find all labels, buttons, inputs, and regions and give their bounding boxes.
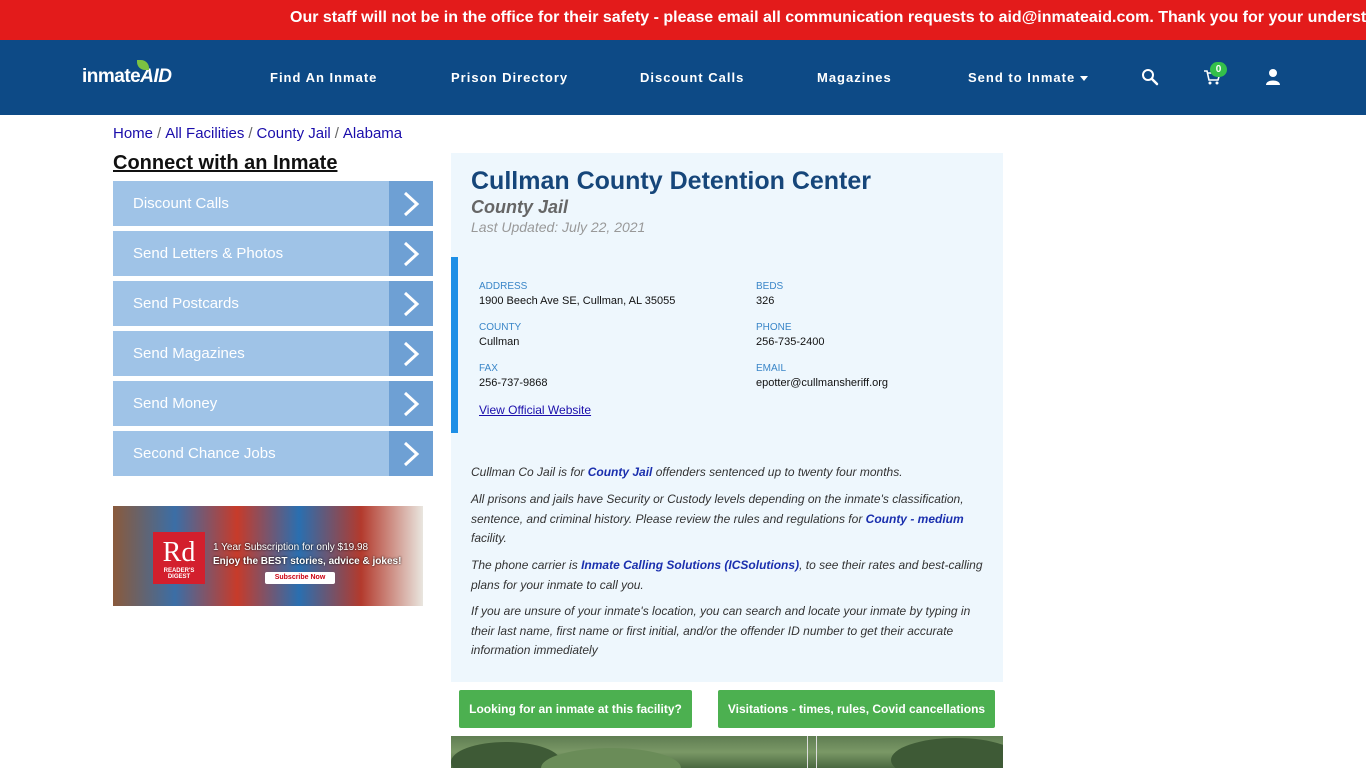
facility-type: County Jail — [471, 197, 569, 217]
county-label: COUNTY — [479, 322, 522, 333]
nav-magazines[interactable]: Magazines — [817, 70, 892, 85]
official-website-link[interactable]: View Official Website — [479, 403, 591, 417]
info-accent-bar — [451, 257, 458, 433]
chevron-right-icon — [403, 291, 420, 317]
chevron-right-icon — [403, 191, 420, 217]
sidebar-title: Connect with an Inmate — [113, 152, 338, 174]
county-value: Cullman — [479, 336, 520, 348]
sidebar-item-label: Discount Calls — [133, 195, 229, 212]
description-paragraph-2: All prisons and jails have Security or C… — [471, 492, 964, 545]
chevron-right-icon — [403, 441, 420, 467]
phone-value: 256-735-2400 — [756, 336, 825, 348]
alert-text: Our staff will not be in the office for … — [290, 9, 1366, 26]
readers-digest-ad[interactable]: Rd READER'S DIGEST 1 Year Subscription f… — [113, 506, 423, 606]
breadcrumb-county-jail[interactable]: County Jail — [257, 125, 331, 142]
description-paragraph-3: The phone carrier is Inmate Calling Solu… — [471, 558, 983, 592]
cart-count-badge: 0 — [1210, 62, 1227, 77]
phone-carrier-link[interactable]: Inmate Calling Solutions (ICSolutions) — [581, 558, 799, 572]
sidebar-item-label: Second Chance Jobs — [133, 445, 276, 462]
breadcrumb-alabama[interactable]: Alabama — [343, 125, 402, 142]
logo-text-main: inmate — [82, 66, 141, 87]
sidebar-item-send-magazines[interactable]: Send Magazines — [113, 331, 433, 376]
find-inmate-at-facility-button[interactable]: Looking for an inmate at this facility? — [459, 690, 692, 728]
last-updated: Last Updated: July 22, 2021 — [471, 219, 646, 235]
visitations-button[interactable]: Visitations - times, rules, Covid cancel… — [718, 690, 995, 728]
chevron-right-icon — [403, 341, 420, 367]
breadcrumb-home[interactable]: Home — [113, 125, 153, 142]
site-logo[interactable]: inmateAID — [82, 60, 172, 88]
ad-offer-text: 1 Year Subscription for only $19.98 — [213, 542, 369, 553]
nav-discount-calls[interactable]: Discount Calls — [640, 70, 744, 85]
email-label: EMAIL — [756, 363, 787, 374]
email-value: epotter@cullmansheriff.org — [756, 377, 889, 389]
county-medium-link[interactable]: County - medium — [866, 512, 964, 526]
description-paragraph-1: Cullman Co Jail is for County Jail offen… — [471, 465, 903, 479]
breadcrumb-all-facilities[interactable]: All Facilities — [165, 125, 244, 142]
sidebar-item-second-chance-jobs[interactable]: Second Chance Jobs — [113, 431, 433, 476]
nav-send-to-inmate[interactable]: Send to Inmate — [968, 70, 1089, 85]
beds-value: 326 — [756, 295, 775, 307]
ad-subscribe-button[interactable]: Subscribe Now — [265, 572, 335, 584]
alert-banner: Our staff will not be in the office for … — [0, 0, 1366, 40]
sidebar-item-send-money[interactable]: Send Money — [113, 381, 433, 426]
user-icon[interactable] — [1264, 68, 1282, 86]
facility-photo — [451, 736, 1003, 768]
facility-panel: Cullman County Detention Center County J… — [451, 153, 1003, 682]
beds-label: BEDS — [756, 281, 784, 292]
facility-title: Cullman County Detention Center — [471, 167, 872, 195]
sidebar-item-send-postcards[interactable]: Send Postcards — [113, 281, 433, 326]
address-label: ADDRESS — [479, 281, 528, 292]
facility-info-box: ADDRESS 1900 Beech Ave SE, Cullman, AL 3… — [451, 257, 1003, 433]
county-jail-link[interactable]: County Jail — [588, 465, 653, 479]
description-paragraph-4: If you are unsure of your inmate's locat… — [471, 604, 971, 657]
nav-find-inmate[interactable]: Find An Inmate — [270, 70, 377, 85]
sidebar-item-discount-calls[interactable]: Discount Calls — [113, 181, 433, 226]
top-navbar: inmateAID Find An Inmate Prison Director… — [0, 40, 1366, 115]
phone-label: PHONE — [756, 322, 792, 333]
chevron-right-icon — [403, 241, 420, 267]
sidebar-item-label: Send Postcards — [133, 295, 239, 312]
radio-tower — [807, 736, 817, 768]
sidebar-item-send-letters-photos[interactable]: Send Letters & Photos — [113, 231, 433, 276]
ad-tagline-text: Enjoy the BEST stories, advice & jokes! — [213, 556, 402, 567]
nav-send-to-inmate-label: Send to Inmate — [968, 70, 1076, 85]
sidebar-item-label: Send Magazines — [133, 345, 245, 362]
breadcrumb: Home / All Facilities / County Jail / Alabama — [113, 125, 403, 142]
fax-label: FAX — [479, 363, 498, 374]
fax-value: 256-737-9868 — [479, 377, 548, 389]
chevron-down-icon — [1080, 76, 1089, 82]
address-value: 1900 Beech Ave SE, Cullman, AL 35055 — [479, 295, 676, 307]
rd-logo-subtitle: READER'S DIGEST — [163, 568, 195, 580]
nav-prison-directory[interactable]: Prison Directory — [451, 70, 568, 85]
chevron-right-icon — [403, 391, 420, 417]
sidebar-item-label: Send Letters & Photos — [133, 245, 284, 262]
sidebar-item-label: Send Money — [133, 395, 218, 412]
search-icon[interactable] — [1141, 68, 1159, 86]
